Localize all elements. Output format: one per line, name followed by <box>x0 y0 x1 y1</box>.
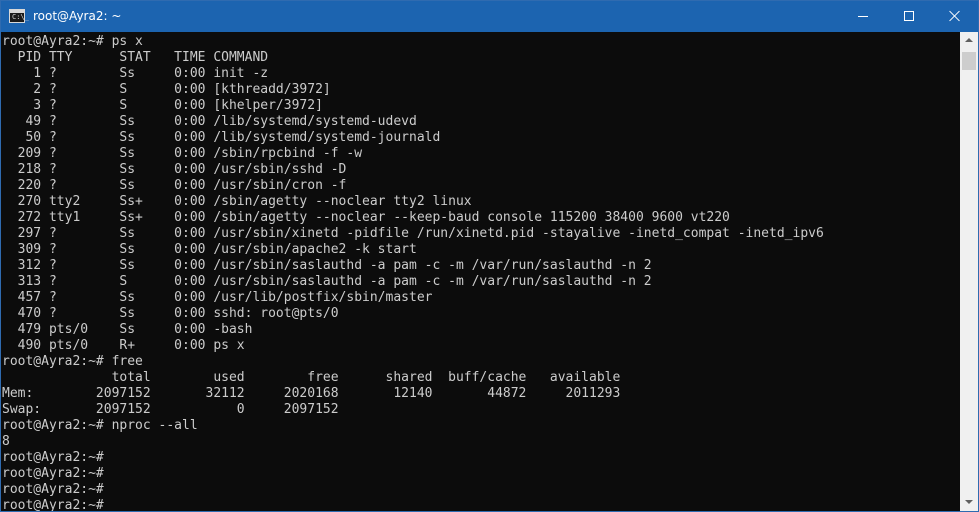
title-bar[interactable]: C:\_ root@Ayra2: ~ <box>1 1 978 32</box>
minimize-button[interactable] <box>840 1 886 32</box>
terminal-window: C:\_ root@Ayra2: ~ root@Ayra2:~# ps x PI… <box>0 0 979 512</box>
console-icon-glyph: C:\_ <box>12 13 29 21</box>
terminal-line: 490 pts/0 R+ 0:00 ps x <box>2 338 245 353</box>
terminal-line: root@Ayra2:~# <box>2 466 104 481</box>
terminal-line: 8 <box>2 434 10 449</box>
terminal-line: 1 ? Ss 0:00 init -z <box>2 66 269 81</box>
terminal-line: 3 ? S 0:00 [khelper/3972] <box>2 98 323 113</box>
terminal-line: 2 ? S 0:00 [kthreadd/3972] <box>2 82 331 97</box>
terminal-line: root@Ayra2:~# <box>2 482 104 497</box>
close-button[interactable] <box>932 1 978 32</box>
terminal-line: root@Ayra2:~# <box>2 450 104 465</box>
terminal-line: 479 pts/0 Ss 0:00 -bash <box>2 322 253 337</box>
vertical-scrollbar[interactable] <box>960 32 978 511</box>
terminal-line: 313 ? S 0:00 /usr/sbin/saslauthd -a pam … <box>2 274 652 289</box>
scroll-thumb[interactable] <box>962 52 976 70</box>
terminal-line: root@Ayra2:~# ps x <box>2 34 143 49</box>
terminal-line: 209 ? Ss 0:00 /sbin/rpcbind -f -w <box>2 146 363 161</box>
terminal-line: 270 tty2 Ss+ 0:00 /sbin/agetty --noclear… <box>2 194 472 209</box>
window-title: root@Ayra2: ~ <box>33 9 122 23</box>
terminal-line: root@Ayra2:~# <box>2 498 104 511</box>
terminal-line: Swap: 2097152 0 2097152 <box>2 402 339 417</box>
terminal-line: 297 ? Ss 0:00 /usr/sbin/xinetd -pidfile … <box>2 226 824 241</box>
terminal-line: total used free shared buff/cache availa… <box>2 370 621 385</box>
terminal-line: Mem: 2097152 32112 2020168 12140 44872 2… <box>2 386 621 401</box>
terminal-line: 272 tty1 Ss+ 0:00 /sbin/agetty --noclear… <box>2 210 730 225</box>
terminal-line: 218 ? Ss 0:00 /usr/sbin/sshd -D <box>2 162 347 177</box>
terminal-line: root@Ayra2:~# free <box>2 354 143 369</box>
terminal-line: PID TTY STAT TIME COMMAND <box>2 50 269 65</box>
scroll-up-arrow-icon[interactable] <box>960 32 978 49</box>
terminal-console[interactable]: root@Ayra2:~# ps x PID TTY STAT TIME COM… <box>1 32 960 511</box>
console-icon[interactable]: C:\_ <box>9 9 29 23</box>
maximize-icon <box>904 11 914 21</box>
terminal-line: root@Ayra2:~# nproc --all <box>2 418 198 433</box>
maximize-button[interactable] <box>886 1 932 32</box>
terminal-line: 49 ? Ss 0:00 /lib/systemd/systemd-udevd <box>2 114 417 129</box>
terminal-line: 457 ? Ss 0:00 /usr/lib/postfix/sbin/mast… <box>2 290 433 305</box>
terminal-line: 50 ? Ss 0:00 /lib/systemd/systemd-journa… <box>2 130 441 145</box>
close-icon <box>949 10 961 22</box>
scroll-down-arrow-icon[interactable] <box>960 494 978 511</box>
terminal-line: 312 ? Ss 0:00 /usr/sbin/saslauthd -a pam… <box>2 258 652 273</box>
terminal-line: 220 ? Ss 0:00 /usr/sbin/cron -f <box>2 178 347 193</box>
minimize-icon <box>858 16 868 17</box>
terminal-line: 470 ? Ss 0:00 sshd: root@pts/0 <box>2 306 339 321</box>
terminal-line: 309 ? Ss 0:00 /usr/sbin/apache2 -k start <box>2 242 417 257</box>
